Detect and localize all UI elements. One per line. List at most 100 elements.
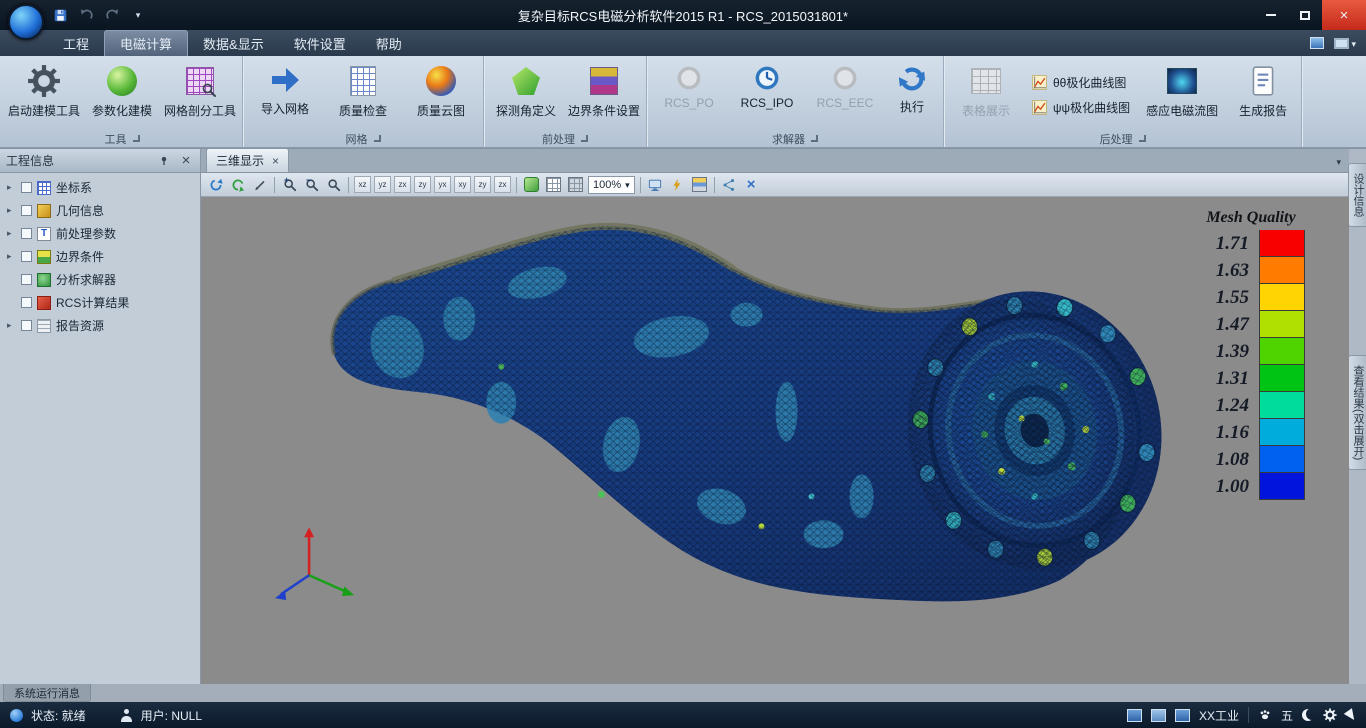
parametric-modeling-button[interactable]: 参数化建模 [83, 59, 161, 130]
group-dialog-launcher-icon[interactable] [1139, 135, 1146, 142]
tab-3d-display[interactable]: 三维显示 [206, 148, 289, 172]
legend-color-swatch [1259, 419, 1305, 446]
right-tab-view-results[interactable]: 查看结果(双击展开) [1348, 355, 1366, 470]
solver-rcs-ipo-button[interactable]: RCS_IPO [728, 59, 806, 130]
tree-item-rcs-results[interactable]: RCS计算结果 [0, 291, 200, 314]
expand-arrow-icon[interactable] [7, 205, 16, 216]
view-orientation-button-4[interactable]: zy [414, 176, 431, 193]
mesh-display-button[interactable] [566, 175, 585, 194]
right-tab-design-info[interactable]: 设计信息 [1348, 163, 1366, 227]
group-dialog-launcher-icon[interactable] [811, 135, 818, 142]
solver-rcs-po-button[interactable]: RCS_PO [650, 59, 728, 130]
checkbox[interactable] [21, 182, 32, 193]
screen-capture-button[interactable] [646, 175, 665, 194]
mesh-partition-tool-button[interactable]: 网格剖分工具 [161, 59, 239, 130]
orbit-view-button[interactable] [206, 175, 225, 194]
close-view-button[interactable] [742, 175, 761, 194]
ime-mode-text[interactable]: 五 [1281, 707, 1293, 724]
cursor-pointer-icon[interactable] [1344, 708, 1359, 723]
close-button[interactable] [1322, 0, 1366, 30]
quick-access-dropdown-icon[interactable] [128, 6, 148, 24]
expand-arrow-icon[interactable] [7, 228, 16, 239]
layers-button[interactable] [690, 175, 709, 194]
tree-item-analysis-solver[interactable]: 分析求解器 [0, 268, 200, 291]
checkbox[interactable] [21, 228, 32, 239]
execute-button[interactable]: 执行 [884, 59, 940, 130]
quick-render-button[interactable] [668, 175, 687, 194]
tree-item-preprocess-params[interactable]: 前处理参数 [0, 222, 200, 245]
view-orientation-button-3[interactable]: zx [394, 176, 411, 193]
checkbox[interactable] [21, 251, 32, 262]
save-button[interactable] [50, 6, 70, 24]
solver-rcs-eec-button[interactable]: RCS_EEC [806, 59, 884, 130]
view-orientation-button-6[interactable]: xy [454, 176, 471, 193]
tree-item-geometry-info[interactable]: 几何信息 [0, 199, 200, 222]
legend-row: 1.16 [1197, 419, 1305, 446]
boundary-condition-settings-button[interactable]: 边界条件设置 [565, 59, 643, 130]
expand-arrow-icon[interactable] [7, 251, 16, 262]
start-modeling-tool-button[interactable]: 启动建模工具 [5, 59, 83, 130]
view-orientation-button-8[interactable]: zx [494, 176, 511, 193]
zoom-window-button[interactable] [324, 175, 343, 194]
expand-arrow-icon[interactable] [7, 182, 16, 193]
zoom-out-button[interactable] [302, 175, 321, 194]
group-dialog-launcher-icon[interactable] [133, 135, 140, 142]
taskbar-window-icon[interactable] [1175, 709, 1190, 722]
menu-tab-data-display[interactable]: 数据&显示 [188, 30, 279, 56]
wireframe-display-button[interactable] [544, 175, 563, 194]
checkbox[interactable] [21, 274, 32, 285]
3d-model-canvas[interactable] [201, 197, 1349, 684]
menu-tab-software-settings[interactable]: 软件设置 [279, 30, 361, 56]
system-messages-tab[interactable]: 系统运行消息 [3, 684, 91, 702]
mesh-model[interactable] [332, 226, 1187, 601]
redo-button[interactable] [102, 6, 122, 24]
tree-item-boundary-conditions[interactable]: 边界条件 [0, 245, 200, 268]
app-logo-globe-icon[interactable] [8, 4, 44, 40]
theta-polarization-curve-button[interactable]: θθ极化曲线图 [1031, 74, 1130, 91]
checkbox[interactable] [21, 205, 32, 216]
menu-tab-help[interactable]: 帮助 [361, 30, 417, 56]
quality-contour-button[interactable]: 质量云图 [402, 59, 480, 130]
generate-report-button[interactable]: 生成报告 [1228, 59, 1298, 130]
pin-panel-button[interactable] [156, 153, 172, 169]
tab-close-icon[interactable] [272, 154, 279, 168]
expand-arrow-icon[interactable] [7, 320, 16, 331]
legend-color-swatch [1259, 446, 1305, 473]
close-panel-button[interactable] [178, 153, 194, 169]
minimize-button[interactable] [1254, 0, 1288, 30]
undo-button[interactable] [76, 6, 96, 24]
group-dialog-launcher-icon[interactable] [374, 135, 381, 142]
view-orientation-button-2[interactable]: yz [374, 176, 391, 193]
import-mesh-button[interactable]: 导入网格 [246, 59, 324, 130]
viewport-3d[interactable]: Mesh Quality 1.71 1.63 1.55 1.47 1.39 1.… [201, 197, 1349, 684]
quality-check-button[interactable]: 质量检查 [324, 59, 402, 130]
induced-current-map-button[interactable]: 感应电磁流图 [1136, 59, 1228, 130]
psi-polarization-curve-button[interactable]: ψψ极化曲线图 [1031, 99, 1130, 116]
tree-item-report-resources[interactable]: 报告资源 [0, 314, 200, 337]
refresh-view-button[interactable] [228, 175, 247, 194]
zoom-level-select[interactable]: 100% [588, 176, 635, 194]
checkbox[interactable] [21, 320, 32, 331]
sketch-tool-button[interactable] [250, 175, 269, 194]
zoom-in-button[interactable] [280, 175, 299, 194]
ime-paw-icon[interactable] [1258, 708, 1272, 722]
view-orientation-button-5[interactable]: yx [434, 176, 451, 193]
table-display-button[interactable]: 表格展示 [947, 59, 1025, 130]
probe-angle-icon [509, 64, 543, 98]
shaded-display-button[interactable] [522, 175, 541, 194]
checkbox[interactable] [21, 297, 32, 308]
tree-item-coordinate-system[interactable]: 坐标系 [0, 176, 200, 199]
settings-gear-icon[interactable] [1323, 708, 1337, 722]
taskbar-window-icon[interactable] [1127, 709, 1142, 722]
display-mode-button[interactable] [1334, 36, 1356, 50]
group-dialog-launcher-icon[interactable] [581, 135, 588, 142]
contour-sphere-icon [424, 64, 458, 98]
share-view-button[interactable] [720, 175, 739, 194]
maximize-button[interactable] [1288, 0, 1322, 30]
ime-halfwidth-icon[interactable] [1302, 709, 1314, 721]
view-orientation-button-1[interactable]: xz [354, 176, 371, 193]
probe-angle-define-button[interactable]: 探测角定义 [487, 59, 565, 130]
view-orientation-button-7[interactable]: zy [474, 176, 491, 193]
panel-layout-button[interactable] [1310, 37, 1324, 49]
tab-list-dropdown-icon[interactable] [1336, 154, 1341, 168]
